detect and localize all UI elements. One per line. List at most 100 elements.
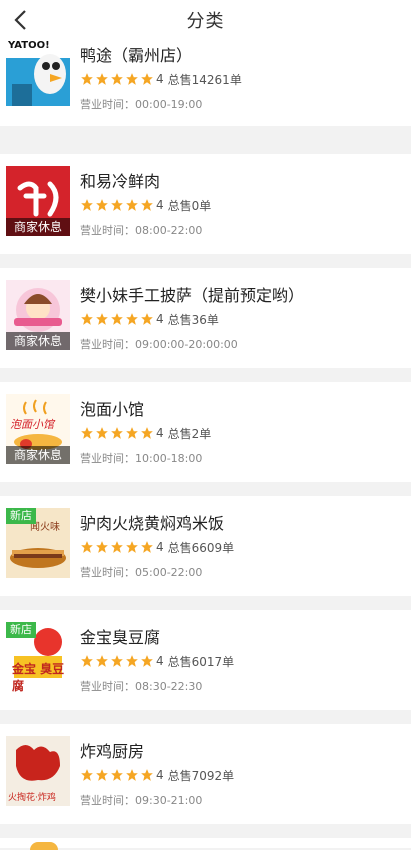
- star-icon: [96, 769, 108, 781]
- store-thumbnail: 商家休息: [6, 166, 70, 236]
- rating-score: 4: [156, 198, 164, 212]
- star-icon: [96, 541, 108, 553]
- star-icon: [81, 73, 93, 85]
- store-thumbnail: 商家休息: [6, 280, 70, 350]
- business-hours: 营业时间：05:00-22:00: [80, 566, 203, 579]
- rating-score: 4: [156, 72, 164, 86]
- star-icon: [126, 541, 138, 553]
- rating-row: 4 总售0单: [80, 196, 211, 214]
- business-hours: 营业时间：08:00-22:00: [80, 224, 203, 237]
- star-rating: [80, 654, 155, 668]
- store-name: 和易冷鲜肉: [80, 172, 161, 191]
- star-icon: [111, 541, 123, 553]
- star-icon: [126, 73, 138, 85]
- rating-row: 4 总售6017单: [80, 652, 234, 670]
- star-icon: [141, 541, 153, 553]
- star-icon: [81, 427, 93, 439]
- rating-row: 4 总售14261单: [80, 70, 242, 88]
- store-name: 泡面小馆: [80, 400, 145, 419]
- new-store-badge: 新店: [6, 508, 36, 524]
- star-rating: [80, 198, 155, 212]
- rating-row: 4 总售2单: [80, 424, 211, 442]
- star-rating: [80, 540, 155, 554]
- store-thumbnail: 泡面小馆 商家休息: [6, 394, 70, 464]
- store-name: 鸭途（霸州店）: [80, 46, 193, 65]
- store-name: 炸鸡厨房: [80, 742, 145, 761]
- rating-row: 4 总售36单: [80, 310, 219, 328]
- star-icon: [81, 313, 93, 325]
- store-thumbnail: YATOO!: [6, 36, 70, 106]
- rating-score: 4: [156, 654, 164, 668]
- thumb-logo-text: YATOO!: [8, 40, 50, 51]
- store-card-heyi[interactable]: 商家休息 和易冷鲜肉 4 总售0单 营业时间：08:00-22:00: [0, 154, 411, 254]
- store-name: 金宝臭豆腐: [80, 628, 161, 647]
- page-title: 分类: [186, 11, 225, 32]
- store-card-paomian[interactable]: 泡面小馆 商家休息 泡面小馆 4 总售2单 营业时间：10:00-18:00: [0, 382, 411, 482]
- rating-score: 4: [156, 312, 164, 326]
- thumb-logo-text: 金宝 臭豆腐: [12, 662, 65, 692]
- business-hours: 营业时间：00:00-19:00: [80, 98, 203, 111]
- star-icon: [96, 655, 108, 667]
- business-hours: 营业时间：09:30-21:00: [80, 794, 203, 807]
- total-sales: 总售14261单: [167, 72, 242, 87]
- store-thumbnail: 金宝 臭豆腐 新店: [6, 622, 70, 692]
- star-icon: [81, 199, 93, 211]
- star-icon: [111, 427, 123, 439]
- store-name: 驴肉火烧黄焖鸡米饭: [80, 514, 225, 533]
- star-icon: [141, 199, 153, 211]
- rating-score: 4: [156, 540, 164, 554]
- store-name: 樊小妹手工披萨（提前预定哟）: [80, 286, 305, 305]
- business-hours: 营业时间：08:30-22:30: [80, 680, 203, 693]
- star-icon: [141, 655, 153, 667]
- star-icon: [81, 655, 93, 667]
- business-hours: 营业时间：09:00:00-20:00:00: [80, 338, 238, 351]
- star-icon: [141, 313, 153, 325]
- store-closed-badge: 商家休息: [6, 332, 70, 350]
- new-store-badge: 新店: [6, 622, 36, 638]
- top-bar: 分类: [0, 0, 411, 40]
- store-thumbnail: [30, 842, 58, 850]
- store-card-fanxiaomei[interactable]: 商家休息 樊小妹手工披萨（提前预定哟） 4 总售36单 营业时间：09:00:0…: [0, 268, 411, 368]
- rating-score: 4: [156, 426, 164, 440]
- star-icon: [141, 73, 153, 85]
- thumb-logo-text: 泡面小馆: [10, 418, 54, 431]
- total-sales: 总售6609单: [167, 540, 235, 555]
- store-thumbnail: 闻火味 新店: [6, 508, 70, 578]
- star-icon: [141, 769, 153, 781]
- star-icon: [126, 655, 138, 667]
- rating-row: 4 总售7092单: [80, 766, 234, 784]
- chevron-left-icon: [14, 10, 26, 30]
- star-icon: [96, 73, 108, 85]
- star-rating: [80, 426, 155, 440]
- store-card-jinbao[interactable]: 金宝 臭豆腐 新店 金宝臭豆腐 4 总售6017单 营业时间：08:30-22:…: [0, 610, 411, 710]
- total-sales: 总售2单: [167, 426, 212, 441]
- store-card-zhaji[interactable]: 火掏花·炸鸡 炸鸡厨房 4 总售7092单 营业时间：09:30-21:00: [0, 724, 411, 824]
- total-sales: 总售36单: [167, 312, 219, 327]
- star-icon: [111, 73, 123, 85]
- total-sales: 总售6017单: [167, 654, 235, 669]
- store-thumbnail: 火掏花·炸鸡: [6, 736, 70, 806]
- rating-row: 4 总售6609单: [80, 538, 234, 556]
- star-icon: [126, 769, 138, 781]
- total-sales: 总售7092单: [167, 768, 235, 783]
- star-icon: [81, 541, 93, 553]
- back-button[interactable]: [6, 4, 34, 36]
- rating-score: 4: [156, 768, 164, 782]
- star-icon: [111, 769, 123, 781]
- star-icon: [96, 199, 108, 211]
- total-sales: 总售0单: [167, 198, 212, 213]
- store-card-partial[interactable]: [0, 838, 411, 850]
- star-icon: [96, 313, 108, 325]
- star-rating: [80, 72, 155, 86]
- star-icon: [81, 769, 93, 781]
- star-icon: [126, 427, 138, 439]
- store-closed-badge: 商家休息: [6, 446, 70, 464]
- star-icon: [96, 427, 108, 439]
- star-icon: [126, 199, 138, 211]
- star-rating: [80, 768, 155, 782]
- thumb-logo-text: 火掏花·炸鸡: [8, 793, 56, 803]
- star-icon: [111, 313, 123, 325]
- store-card-lvrou[interactable]: 闻火味 新店 驴肉火烧黄焖鸡米饭 4 总售6609单 营业时间：05:00-22…: [0, 496, 411, 596]
- business-hours: 营业时间：10:00-18:00: [80, 452, 203, 465]
- store-closed-badge: 商家休息: [6, 218, 70, 236]
